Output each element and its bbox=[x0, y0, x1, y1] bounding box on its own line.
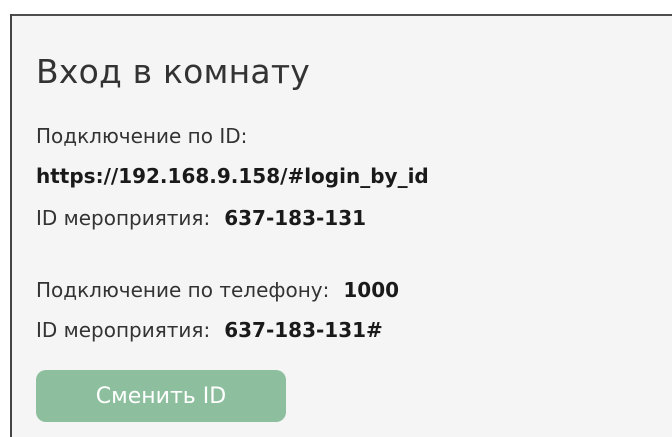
event-id-label: ID мероприятия: bbox=[36, 206, 211, 230]
event-id-phone-value: 637-183-131# bbox=[224, 318, 383, 342]
id-connect-row: Подключение по ID: bbox=[36, 124, 247, 148]
room-entry-panel: Вход в комнату Подключение по ID: https:… bbox=[10, 14, 672, 437]
event-id-value: 637-183-131 bbox=[224, 206, 367, 230]
event-id-label: ID мероприятия: bbox=[36, 318, 211, 342]
panel-top-border bbox=[12, 14, 672, 16]
event-id-row-1: ID мероприятия: 637-183-131 bbox=[36, 206, 366, 230]
id-connect-label: Подключение по ID: bbox=[36, 124, 248, 148]
phone-connect-row: Подключение по телефону: 1000 bbox=[36, 278, 399, 302]
phone-number-value: 1000 bbox=[343, 278, 400, 302]
connect-url-row: https://192.168.9.158/#login_by_id bbox=[36, 164, 429, 188]
phone-connect-label: Подключение по телефону: bbox=[36, 278, 330, 302]
connect-url[interactable]: https://192.168.9.158/#login_by_id bbox=[36, 164, 429, 188]
panel-title: Вход в комнату bbox=[36, 52, 310, 91]
event-id-row-2: ID мероприятия: 637-183-131# bbox=[36, 318, 383, 342]
change-id-button[interactable]: Сменить ID bbox=[36, 370, 286, 422]
